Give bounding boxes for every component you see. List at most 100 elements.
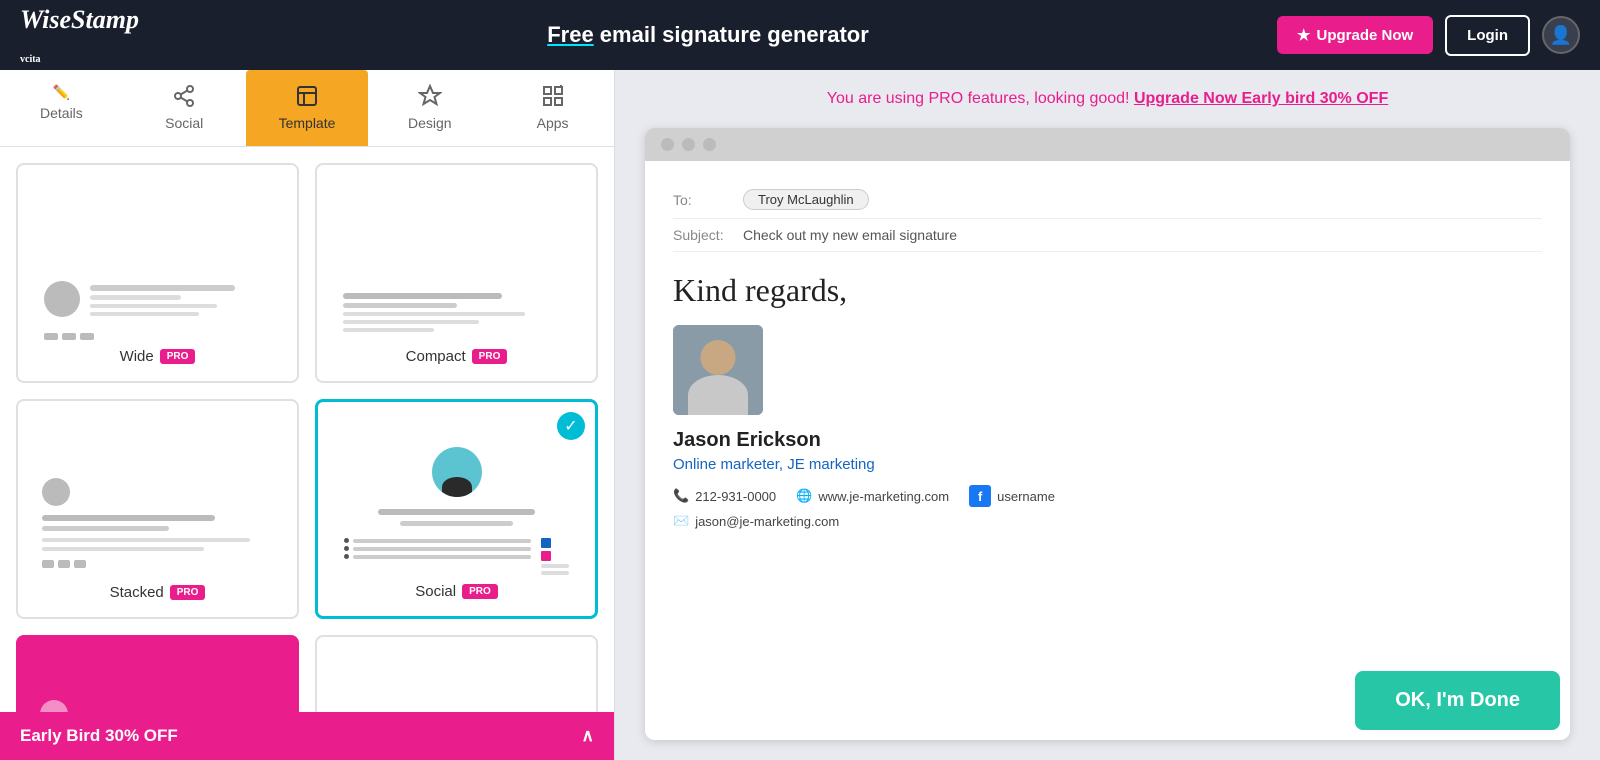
- phone-value: 212-931-0000: [695, 489, 776, 504]
- tab-social[interactable]: Social: [123, 70, 246, 146]
- stacked-avatar: [42, 478, 70, 506]
- design-icon: [418, 84, 442, 111]
- wide-avatar: [44, 281, 80, 317]
- early-bird-chevron: ∧: [582, 726, 594, 746]
- social-info-line3: [353, 555, 531, 559]
- traffic-light-1: [661, 138, 674, 151]
- template-preview-social: [334, 437, 579, 575]
- header-title: Free email signature generator: [547, 22, 869, 48]
- subject-value: Check out my new email signature: [743, 227, 957, 243]
- ok-done-button[interactable]: OK, I'm Done: [1355, 671, 1560, 730]
- template-card-social[interactable]: ✓: [315, 399, 598, 619]
- header-title-rest: email signature generator: [594, 22, 869, 47]
- photo-face: [673, 325, 763, 415]
- tab-apps-label: Apps: [537, 115, 569, 131]
- compact-label: Compact PRO: [406, 348, 508, 365]
- sig-row-2: ✉️ jason@je-marketing.com: [673, 513, 1542, 529]
- traffic-light-2: [682, 138, 695, 151]
- wide-line4: [90, 312, 199, 316]
- wide-dot3: [80, 333, 94, 340]
- promo-link[interactable]: Upgrade Now Early bird 30% OFF: [1134, 90, 1388, 107]
- template-card-wide[interactable]: Wide PRO: [16, 163, 299, 383]
- template-icon: [295, 84, 319, 111]
- compact-pro-badge: PRO: [472, 349, 508, 364]
- pencil-icon: ✏️: [53, 84, 70, 101]
- social-info-line1: [353, 539, 531, 543]
- email-titlebar: [645, 128, 1570, 161]
- avatar[interactable]: 👤: [1542, 16, 1580, 54]
- tab-social-label: Social: [165, 115, 203, 131]
- stacked-label: Stacked PRO: [110, 584, 206, 601]
- traffic-light-3: [703, 138, 716, 151]
- star-icon: ★: [1297, 26, 1310, 44]
- subject-label: Subject:: [673, 227, 733, 243]
- tab-template[interactable]: Template: [246, 70, 369, 146]
- facebook-icon: f: [969, 485, 991, 507]
- compact-line5: [343, 328, 434, 332]
- social-label-text: Social: [415, 583, 456, 600]
- selected-check: ✓: [557, 412, 585, 440]
- stacked-dot1: [42, 560, 54, 568]
- template-card-bottom-right[interactable]: [315, 635, 598, 712]
- sig-email: ✉️ jason@je-marketing.com: [673, 513, 839, 529]
- sig-row-1: 📞 212-931-0000 🌐 www.je-marketing.com f …: [673, 485, 1542, 507]
- email-subject-field: Subject: Check out my new email signatur…: [673, 219, 1542, 252]
- social-bullet2: [344, 546, 349, 551]
- social-label: Social PRO: [415, 583, 498, 600]
- tab-design[interactable]: Design: [368, 70, 491, 146]
- globe-icon: 🌐: [796, 488, 812, 504]
- wide-dots: [44, 333, 271, 340]
- social-fb-sq: [541, 538, 551, 548]
- template-preview-bottom-left: [32, 692, 283, 712]
- website-value: www.je-marketing.com: [818, 489, 949, 504]
- compact-line1: [343, 293, 502, 299]
- stacked-line1: [42, 515, 215, 521]
- header-actions: ★ Upgrade Now Login 👤: [1277, 15, 1580, 56]
- stacked-line2: [42, 526, 169, 531]
- stacked-line3: [42, 538, 250, 542]
- upgrade-label: Upgrade Now: [1316, 27, 1413, 44]
- early-bird-banner[interactable]: Early Bird 30% OFF ∧: [0, 712, 614, 760]
- nav-tabs: ✏️ Details Social Template: [0, 70, 614, 147]
- user-icon: 👤: [1550, 25, 1572, 46]
- compact-line3: [343, 312, 525, 316]
- to-value: Troy McLaughlin: [743, 189, 869, 210]
- template-card-bottom-left[interactable]: Early Bird 30% OFF ∧: [16, 635, 299, 712]
- social-name-line: [378, 509, 536, 515]
- header: WiseStampvcita Free email signature gene…: [0, 0, 1600, 70]
- social-bullet3: [344, 554, 349, 559]
- template-card-compact[interactable]: Compact PRO: [315, 163, 598, 383]
- stacked-dot2: [58, 560, 70, 568]
- social-title-line: [400, 521, 513, 526]
- email-value: jason@je-marketing.com: [695, 514, 839, 529]
- social-extra-line2: [541, 571, 569, 575]
- email-preview: To: Troy McLaughlin Subject: Check out m…: [645, 128, 1570, 740]
- login-button[interactable]: Login: [1445, 15, 1530, 56]
- template-card-stacked[interactable]: Stacked PRO: [16, 399, 299, 619]
- wide-line1: [90, 285, 235, 291]
- sig-facebook: f username: [969, 485, 1055, 507]
- header-title-free: Free: [547, 22, 593, 47]
- stacked-pro-badge: PRO: [170, 585, 206, 600]
- social-info-line2: [353, 547, 531, 551]
- wide-pro-badge: PRO: [160, 349, 196, 364]
- stacked-dot3: [74, 560, 86, 568]
- signature-name: Jason Erickson: [673, 429, 1542, 452]
- early-bird-text: Early Bird 30% OFF: [20, 726, 178, 746]
- logo: WiseStampvcita: [20, 5, 139, 65]
- social-pro-badge: PRO: [462, 584, 498, 599]
- handwriting-text: Kind regards,: [673, 272, 1542, 309]
- wide-dot2: [62, 333, 76, 340]
- phone-icon: 📞: [673, 488, 689, 504]
- tab-details[interactable]: ✏️ Details: [0, 70, 123, 146]
- upgrade-button[interactable]: ★ Upgrade Now: [1277, 16, 1433, 54]
- main-layout: ✏️ Details Social Template: [0, 70, 1600, 760]
- signature-photo: [673, 325, 763, 415]
- bottom-left-avatar: [40, 700, 68, 712]
- compact-line4: [343, 320, 479, 324]
- tab-apps[interactable]: Apps: [491, 70, 614, 146]
- to-label: To:: [673, 192, 733, 208]
- template-preview-compact: [333, 275, 580, 340]
- social-avatar: [432, 447, 482, 497]
- wide-dot1: [44, 333, 58, 340]
